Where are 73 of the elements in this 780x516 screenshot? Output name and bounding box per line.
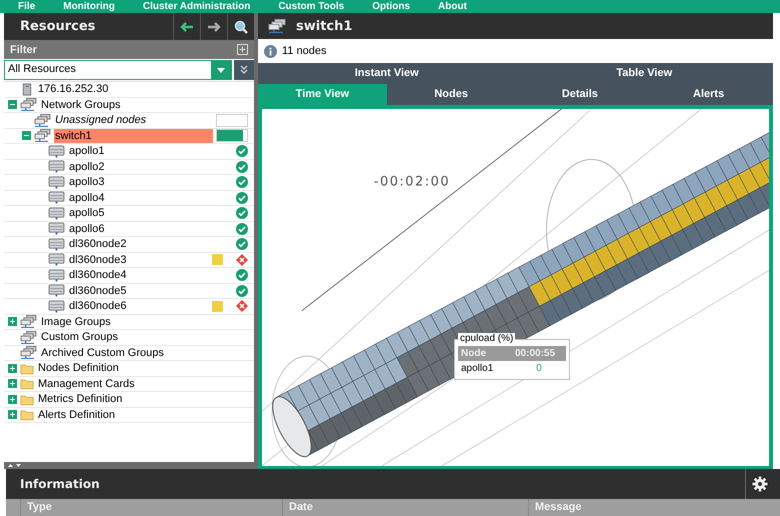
folder-icon [20,377,34,390]
tree-item[interactable]: apollo3 [68,175,209,190]
settings-icon [752,476,768,492]
tree-item[interactable]: apollo4 [68,190,209,205]
server-node-icon [48,238,65,251]
caret-icon [217,68,225,72]
tree-item[interactable]: dl360node6 [68,299,209,314]
tree-item[interactable]: dl360node3 [68,252,209,267]
expand-toggle[interactable] [8,394,17,404]
time-label: -00:02:00 [374,174,450,190]
double-chevron-icon [240,65,248,75]
tree-item[interactable]: apollo1 [68,144,209,158]
view-tab[interactable]: Nodes [386,84,516,105]
panel-title: Information [19,477,100,491]
folder-icon [20,362,34,375]
node-count: 11 nodes [282,45,326,57]
search-icon [234,20,248,34]
filter-label: Filter [10,44,37,56]
server-node-icon [48,206,65,220]
network-group-icon [268,19,286,33]
table-cell-text: 0 [535,362,543,376]
server-node-icon [48,144,65,158]
server-icon [20,82,34,96]
expand-toggle[interactable] [8,317,17,326]
tree-item[interactable]: Unassigned nodes [54,113,213,128]
tree-item[interactable]: dl360node4 [68,268,209,282]
server-node-icon [48,176,65,189]
column-header: Node [460,347,487,361]
tree-item[interactable]: Alerts Definition [37,408,248,422]
tree-item[interactable]: apollo5 [68,206,209,220]
panel-title: Resources [19,19,96,34]
tree-item[interactable]: Archived Custom Groups [40,346,248,360]
expand-toggle[interactable] [8,379,17,388]
forward-arrow-icon [207,22,221,32]
tree-item[interactable]: switch1 [54,128,213,143]
view-tab[interactable]: Details [516,84,644,105]
expand-toggle[interactable] [8,410,17,420]
tree-item[interactable]: Management Cards [37,376,248,391]
expand-toggle[interactable] [8,364,17,373]
resource-dropdown[interactable]: All Resources [4,60,232,80]
server-node-icon [48,160,65,174]
tree-item[interactable]: Image Groups [40,314,248,329]
back-arrow-icon [180,22,194,32]
collapse-toggle[interactable] [22,131,31,140]
folder-icon [20,392,34,406]
splitter-arrows-icon[interactable] [8,464,22,468]
expand-box-icon[interactable] [237,44,248,55]
column-header: 00:00:55 [514,347,556,361]
collapse-toggle[interactable] [8,100,17,110]
server-node-icon [48,300,65,313]
server-node-icon [48,284,65,298]
tree-item[interactable]: Nodes Definition [37,361,248,376]
info-icon [264,44,277,58]
tooltip-title: cpuload (%) [458,333,516,344]
tree-item[interactable]: Network Groups [40,98,248,112]
view-tab[interactable]: Alerts [644,84,773,105]
panel-title: switch1 [296,18,352,34]
tree-item[interactable]: apollo2 [68,160,209,174]
tree-item[interactable]: Metrics Definition [37,392,248,406]
tree-item[interactable]: dl360node5 [68,284,209,298]
table-cell-text: apollo1 [460,362,494,376]
tree-item[interactable]: Custom Groups [40,330,248,344]
server-node-icon [48,222,65,236]
view-group-label: Instant View [354,66,420,81]
server-node-icon [48,253,65,266]
expand-all-button[interactable] [234,60,254,80]
server-node-icon [48,268,65,282]
tree-item[interactable]: dl360node2 [68,237,209,252]
view-group-label: Table View [615,66,674,81]
folder-icon [20,408,34,422]
tree-item[interactable]: 176.16.252.30 [37,82,248,96]
server-node-icon [48,191,65,204]
tree-item[interactable]: apollo6 [68,222,209,236]
